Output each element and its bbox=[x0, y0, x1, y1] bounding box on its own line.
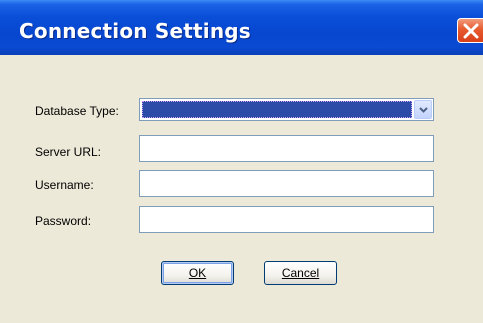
cancel-button[interactable]: Cancel bbox=[264, 261, 337, 285]
server-url-label: Server URL: bbox=[35, 145, 102, 159]
close-icon bbox=[463, 23, 479, 39]
database-type-selected-value bbox=[142, 101, 412, 118]
password-field[interactable] bbox=[139, 206, 434, 233]
username-label: Username: bbox=[35, 178, 94, 192]
connection-settings-dialog: Connection Settings Database Type: Serve… bbox=[0, 0, 483, 323]
password-label: Password: bbox=[35, 214, 92, 228]
database-type-select[interactable] bbox=[139, 98, 434, 121]
ok-button-label: OK bbox=[188, 266, 207, 280]
server-url-field[interactable] bbox=[139, 135, 434, 162]
database-type-dropdown-button[interactable] bbox=[414, 100, 432, 119]
close-button[interactable] bbox=[457, 18, 483, 43]
username-field[interactable] bbox=[139, 170, 434, 197]
title-bar[interactable]: Connection Settings bbox=[0, 0, 483, 55]
database-type-label: Database Type: bbox=[35, 104, 119, 118]
chevron-down-icon bbox=[419, 107, 428, 113]
window-title: Connection Settings bbox=[19, 19, 251, 43]
cancel-button-label: Cancel bbox=[281, 266, 320, 280]
ok-button[interactable]: OK bbox=[161, 261, 234, 285]
